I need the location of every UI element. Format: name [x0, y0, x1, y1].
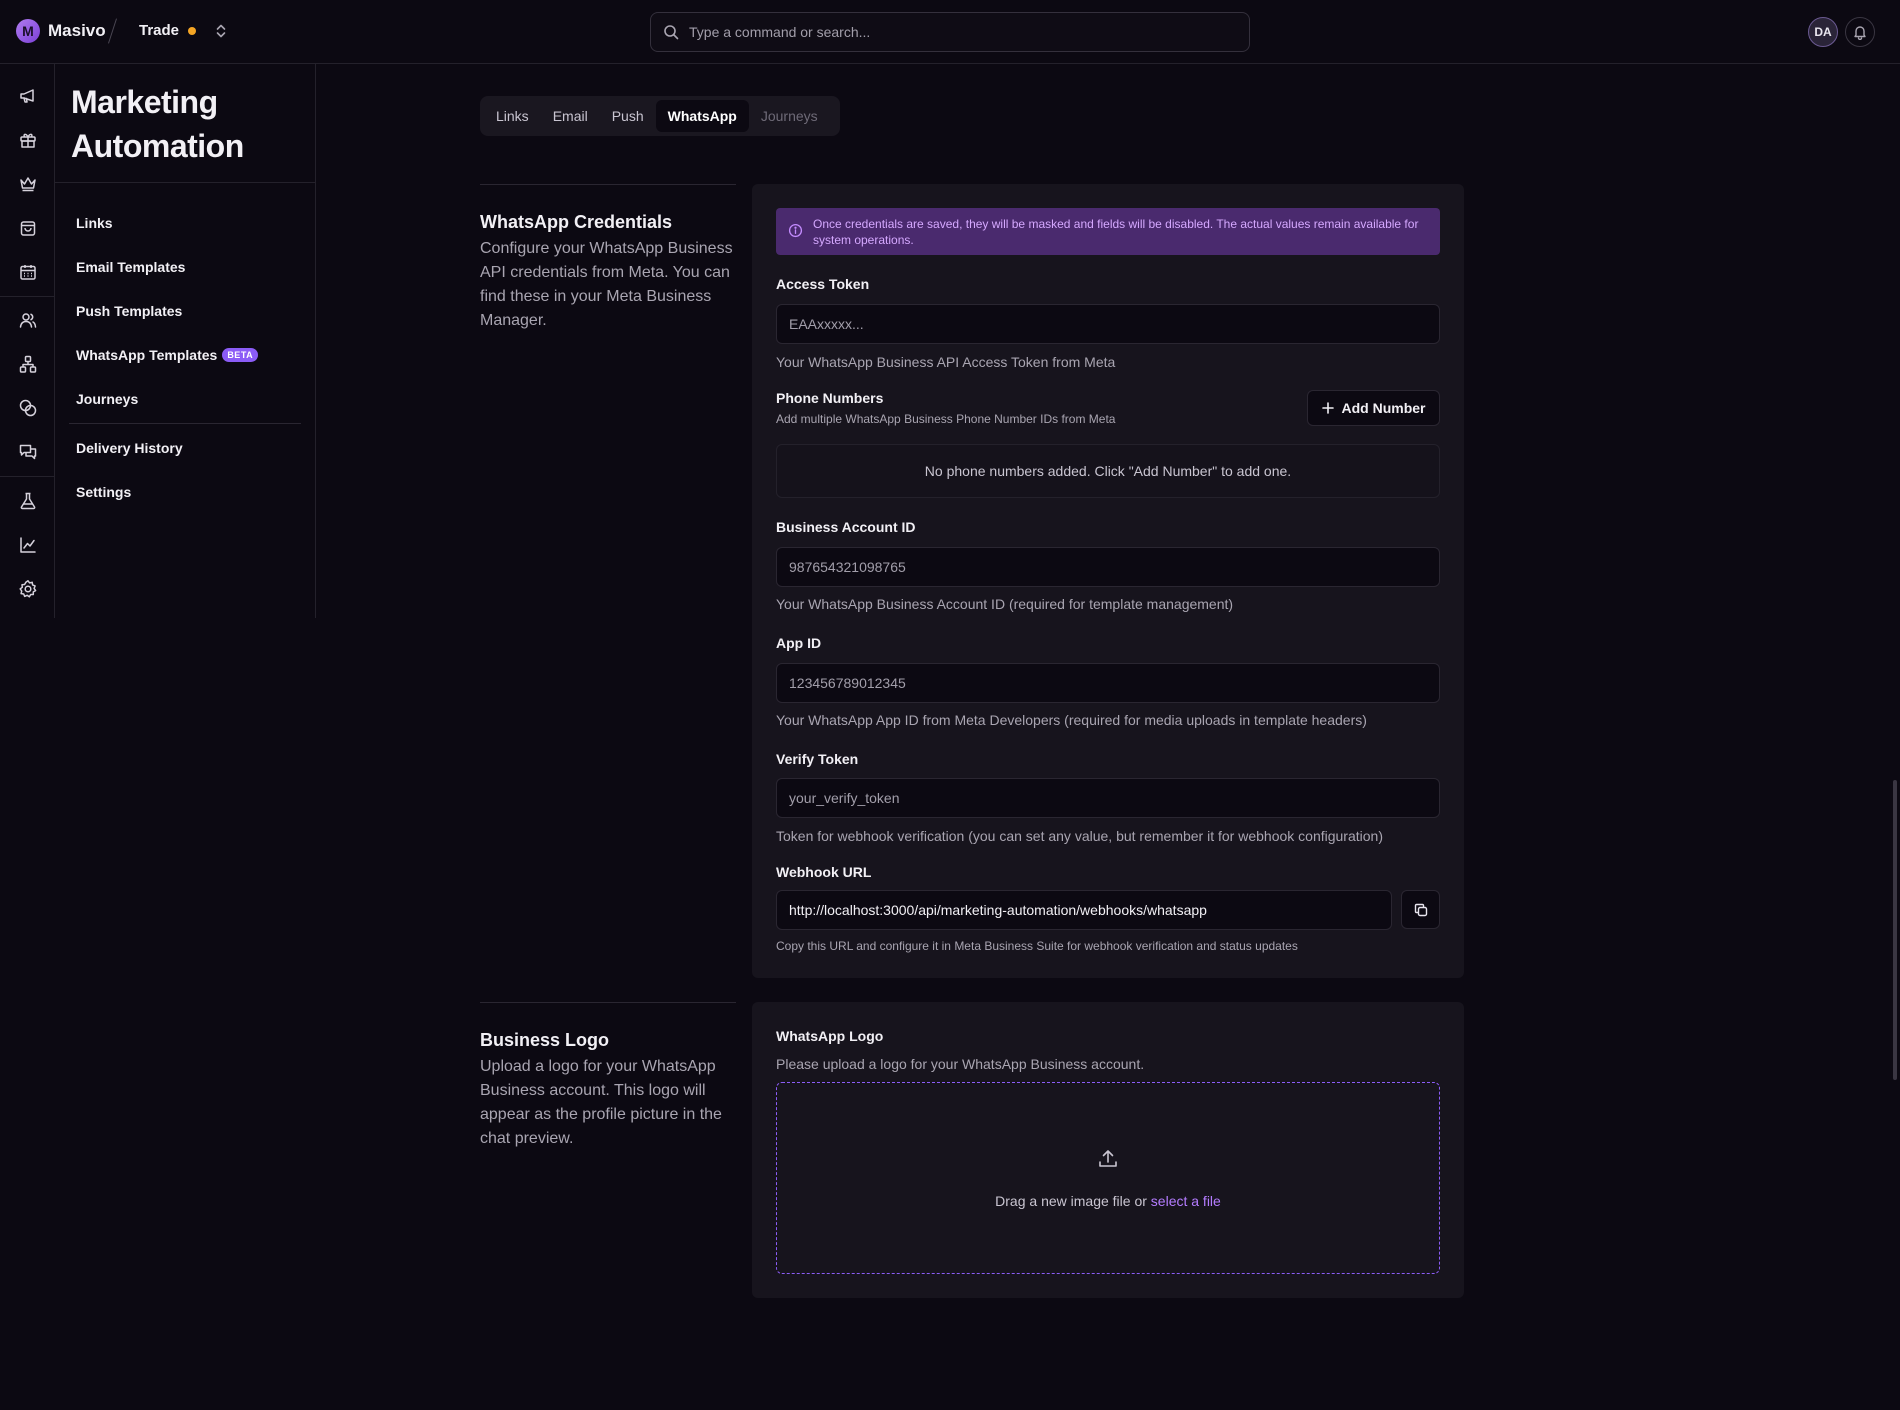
gift-icon[interactable]: [17, 129, 39, 151]
business-account-id-help: Your WhatsApp Business Account ID (requi…: [776, 596, 1234, 612]
upload-icon: [1097, 1148, 1119, 1170]
business-account-id-label: Business Account ID: [776, 519, 916, 535]
app-id-input[interactable]: [776, 663, 1440, 703]
alert-text: Once credentials are saved, they will be…: [813, 217, 1419, 247]
phone-numbers-label: Phone Numbers: [776, 390, 884, 406]
plus-icon: [1321, 402, 1334, 414]
sidebar-title: Marketing Automation: [71, 84, 244, 164]
rail-divider: [0, 476, 54, 477]
megaphone-icon[interactable]: [17, 85, 39, 107]
tab-push[interactable]: Push: [600, 100, 656, 132]
sidebar-item-delivery-history[interactable]: Delivery History: [76, 440, 183, 456]
sidebar-item-links[interactable]: Links: [76, 215, 113, 231]
sidebar-item-label: WhatsApp Templates: [76, 347, 218, 363]
workspace-status-dot: [188, 26, 197, 35]
webhook-url-input[interactable]: [776, 890, 1392, 930]
section-divider: [480, 1002, 736, 1003]
shopping-bag-icon[interactable]: [17, 217, 39, 239]
brand-name: Masivo: [48, 21, 106, 40]
tab-whatsapp[interactable]: WhatsApp: [655, 100, 749, 132]
dropzone-label: Drag a new image file or: [995, 1193, 1147, 1209]
info-alert: Once credentials are saved, they will be…: [776, 208, 1440, 255]
tab-journeys[interactable]: Journeys: [749, 100, 830, 132]
access-token-label: Access Token: [776, 276, 870, 292]
add-number-label: Add Number: [1341, 400, 1426, 416]
verify-token-help: Token for webhook verification (you can …: [776, 828, 1383, 844]
search-input[interactable]: [689, 24, 1229, 40]
beta-badge: BETA: [222, 348, 259, 362]
phone-numbers-help: Add multiple WhatsApp Business Phone Num…: [776, 412, 1116, 426]
sidebar-item-settings[interactable]: Settings: [76, 484, 131, 500]
channel-tabs: Links Email Push WhatsApp Journeys: [480, 96, 840, 136]
whatsapp-logo-help: Please upload a logo for your WhatsApp B…: [776, 1056, 1145, 1072]
sidebar-item-whatsapp-templates[interactable]: WhatsApp Templates BETA: [76, 347, 259, 363]
business-account-id-input[interactable]: [776, 547, 1440, 587]
sidebar-divider: [55, 182, 315, 183]
bell-icon: [1852, 24, 1868, 40]
logo-dropzone[interactable]: Drag a new image file or select a file: [776, 1082, 1440, 1274]
user-avatar[interactable]: DA: [1808, 17, 1838, 47]
copy-icon: [1413, 902, 1429, 918]
flask-icon[interactable]: [17, 490, 39, 512]
command-search[interactable]: [650, 12, 1250, 52]
sidebar-item-push-templates[interactable]: Push Templates: [76, 303, 182, 319]
messages-icon[interactable]: [17, 441, 39, 463]
logo-description: Upload a logo for your WhatsApp Business…: [480, 1058, 722, 1147]
coins-icon[interactable]: [17, 397, 39, 419]
workspace-switcher[interactable]: Trade: [139, 22, 228, 39]
copy-webhook-button[interactable]: [1401, 890, 1440, 929]
workspace-name: Trade: [139, 22, 180, 39]
select-file-link[interactable]: select a file: [1151, 1193, 1221, 1209]
rail-divider: [0, 296, 54, 297]
network-icon[interactable]: [17, 353, 39, 375]
access-token-help: Your WhatsApp Business API Access Token …: [776, 354, 1116, 370]
credentials-description: Configure your WhatsApp Business API cre…: [480, 240, 733, 329]
brand[interactable]: M Masivo: [16, 19, 106, 43]
sidebar-divider: [69, 423, 301, 424]
whatsapp-logo-label: WhatsApp Logo: [776, 1028, 884, 1044]
chart-line-icon[interactable]: [17, 534, 39, 556]
verify-token-input[interactable]: [776, 778, 1440, 818]
webhook-url-help: Copy this URL and configure it in Meta B…: [776, 939, 1298, 953]
sidebar-item-label: Delivery History: [76, 440, 183, 456]
sidebar-item-label: Journeys: [76, 391, 139, 407]
calendar-icon[interactable]: [17, 261, 39, 283]
add-number-button[interactable]: Add Number: [1307, 390, 1440, 426]
phone-numbers-empty-state: No phone numbers added. Click "Add Numbe…: [776, 444, 1440, 498]
sidebar-item-label: Email Templates: [76, 259, 186, 275]
gear-icon[interactable]: [17, 578, 39, 600]
crown-icon[interactable]: [17, 173, 39, 195]
icon-rail: [0, 64, 55, 618]
credentials-title: WhatsApp Credentials: [480, 212, 673, 232]
info-icon: [788, 223, 803, 238]
sidebar-item-journeys[interactable]: Journeys: [76, 391, 138, 407]
sidebar-item-label: Links: [76, 215, 113, 231]
dropzone-text: Drag a new image file or select a file: [777, 1193, 1439, 1209]
sidebar-item-label: Settings: [76, 484, 132, 500]
credentials-card: Once credentials are saved, they will be…: [752, 184, 1464, 978]
search-icon: [663, 24, 679, 40]
top-bar: M Masivo Trade DA: [0, 0, 1900, 64]
sidebar-item-label: Push Templates: [76, 303, 183, 319]
users-icon[interactable]: [17, 309, 39, 331]
app-id-help: Your WhatsApp App ID from Meta Developer…: [776, 712, 1367, 728]
app-id-label: App ID: [776, 635, 822, 651]
tab-email[interactable]: Email: [541, 100, 600, 132]
notifications-button[interactable]: [1845, 17, 1875, 47]
tab-links[interactable]: Links: [484, 100, 541, 132]
webhook-url-label: Webhook URL: [776, 864, 872, 880]
section-divider: [480, 184, 736, 185]
logo-title: Business Logo: [480, 1030, 610, 1050]
logo-card: WhatsApp Logo Please upload a logo for y…: [752, 1002, 1464, 1298]
access-token-input[interactable]: [776, 304, 1440, 344]
verify-token-label: Verify Token: [776, 751, 859, 767]
breadcrumb-separator: [108, 18, 117, 44]
sidebar: Marketing Automation Links Email Templat…: [55, 64, 316, 618]
sidebar-item-email-templates[interactable]: Email Templates: [76, 259, 185, 275]
page-scrollbar[interactable]: [1893, 780, 1897, 1080]
chevron-up-down-icon[interactable]: [214, 23, 228, 39]
brand-logo: M: [16, 19, 40, 43]
